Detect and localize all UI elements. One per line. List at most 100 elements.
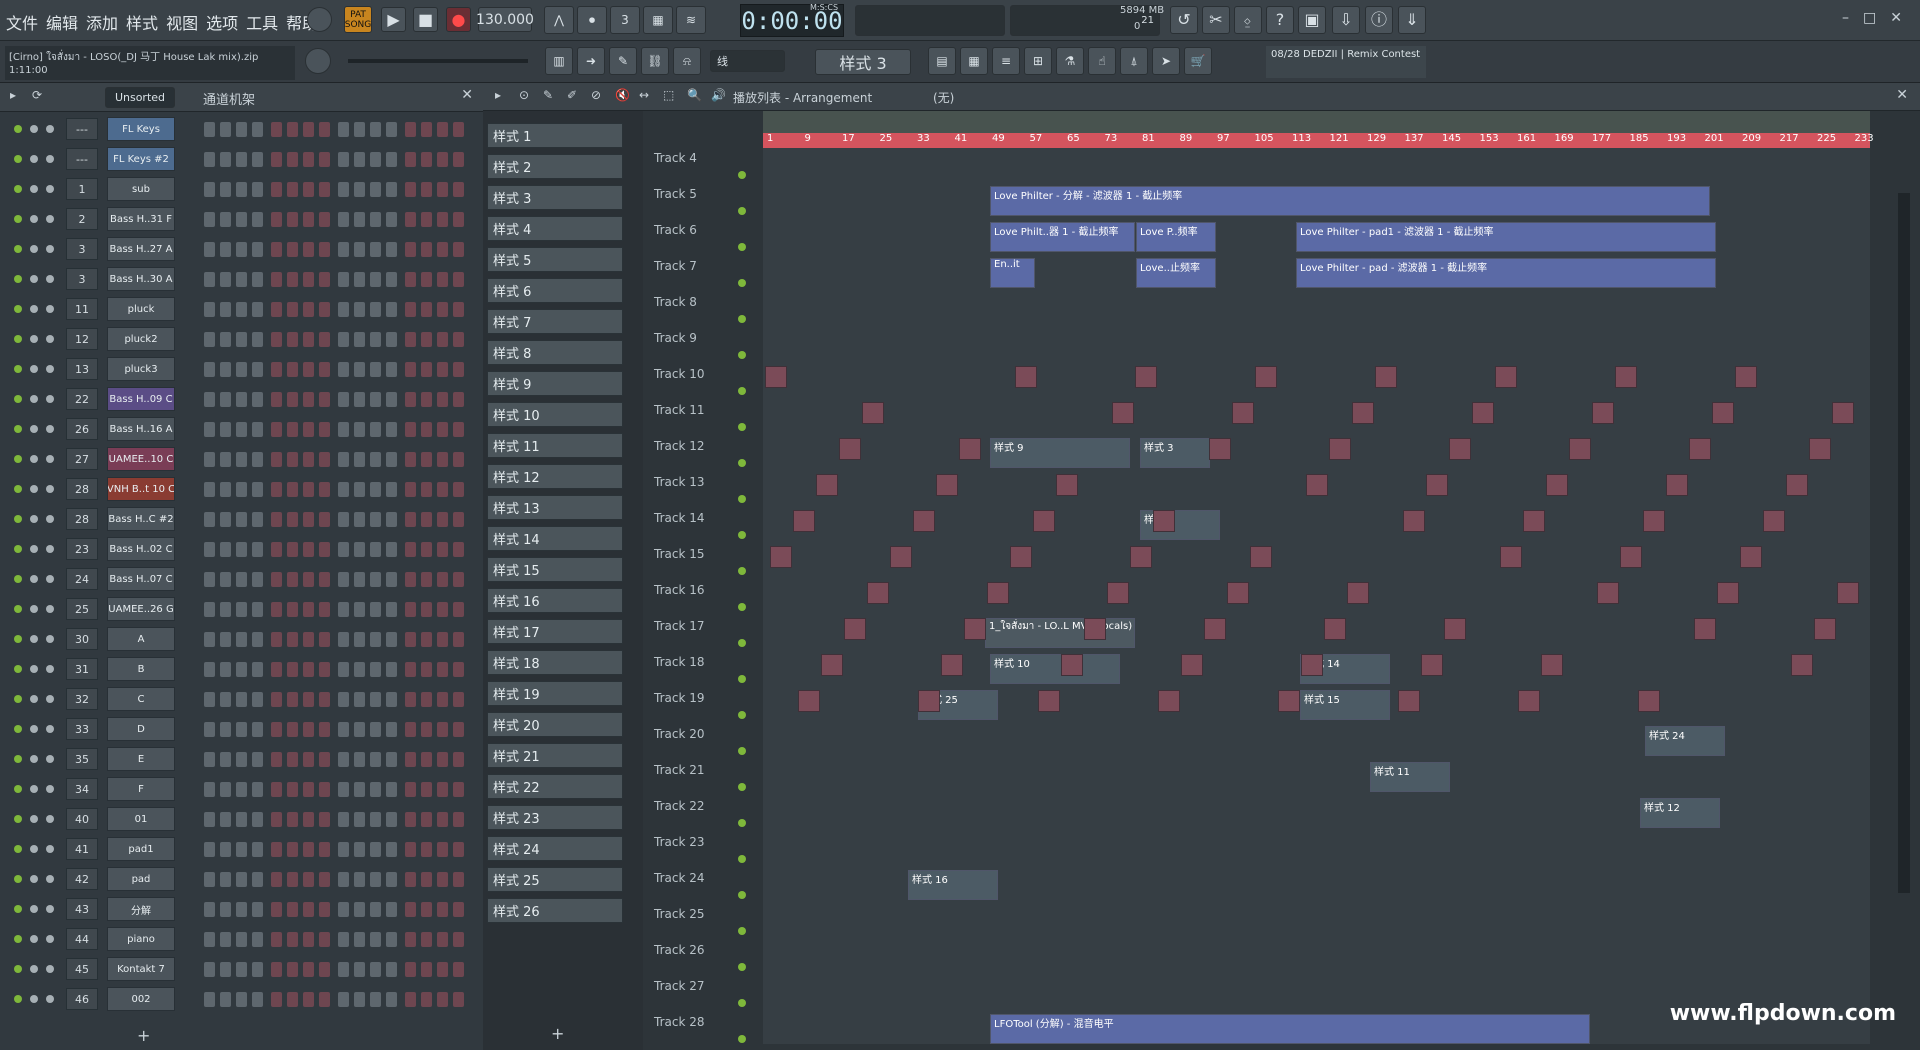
paint-icon[interactable]: ✐ — [567, 88, 577, 102]
step-pad[interactable] — [354, 662, 365, 677]
step-pad[interactable] — [437, 992, 448, 1007]
mixer-track-number[interactable]: --- — [66, 118, 98, 140]
step-pad[interactable] — [453, 302, 464, 317]
step-pad[interactable] — [370, 932, 381, 947]
step-pad[interactable] — [220, 602, 231, 617]
step-pad[interactable] — [338, 212, 349, 227]
channel-row[interactable]: 11 pluck — [0, 294, 468, 324]
step-pad[interactable] — [220, 812, 231, 827]
pattern-clip[interactable] — [890, 546, 912, 568]
step-pad[interactable] — [287, 212, 298, 227]
step-pad[interactable] — [220, 122, 231, 137]
step-pad[interactable] — [354, 692, 365, 707]
step-pad[interactable] — [338, 962, 349, 977]
track-enable-led[interactable] — [738, 423, 746, 431]
step-pad[interactable] — [437, 122, 448, 137]
step-pad[interactable] — [287, 692, 298, 707]
step-pad[interactable] — [338, 272, 349, 287]
touch-button[interactable]: ☝ — [1088, 47, 1116, 75]
playlist-clip[interactable]: 1_ใจสั่งมา - LO..L MV_(Vocals) — [985, 618, 1135, 648]
channel-pan-knob[interactable] — [30, 635, 38, 643]
step-pad[interactable] — [271, 992, 282, 1007]
pattern-clip[interactable] — [821, 654, 843, 676]
step-pad[interactable] — [338, 782, 349, 797]
mixer-track-number[interactable]: 1 — [66, 178, 98, 200]
channel-pan-knob[interactable] — [30, 605, 38, 613]
channel-name-button[interactable]: Bass H..07 C — [107, 567, 175, 591]
step-pad[interactable] — [303, 482, 314, 497]
step-pad[interactable] — [319, 842, 330, 857]
step-pad[interactable] — [236, 572, 247, 587]
plugin-button[interactable]: ⚗ — [1056, 47, 1084, 75]
step-pad[interactable] — [370, 602, 381, 617]
step-pad[interactable] — [437, 872, 448, 887]
step-pad[interactable] — [271, 602, 282, 617]
step-pad[interactable] — [236, 782, 247, 797]
channel-name-button[interactable]: 002 — [107, 987, 175, 1011]
channel-volume-knob[interactable] — [46, 545, 54, 553]
step-pad[interactable] — [405, 332, 416, 347]
channel-name-button[interactable]: C — [107, 687, 175, 711]
step-pad[interactable] — [252, 782, 263, 797]
step-pad[interactable] — [437, 362, 448, 377]
step-pad[interactable] — [271, 182, 282, 197]
step-pad[interactable] — [271, 362, 282, 377]
channel-row[interactable]: 13 pluck3 — [0, 354, 468, 384]
step-pad[interactable] — [204, 332, 215, 347]
step-pad[interactable] — [370, 392, 381, 407]
step-pad[interactable] — [354, 932, 365, 947]
channel-name-button[interactable]: UAMEE..10 C — [107, 447, 175, 471]
arrow-tool-button[interactable]: ➜ — [577, 47, 605, 75]
step-pad[interactable] — [437, 692, 448, 707]
channel-mute-led[interactable] — [14, 515, 22, 523]
pattern-clip[interactable] — [1403, 510, 1425, 532]
mixer-track-number[interactable]: 44 — [66, 928, 98, 950]
pattern-item[interactable]: 样式 15 — [487, 557, 623, 582]
step-pad[interactable] — [386, 932, 397, 947]
channel-pan-knob[interactable] — [30, 275, 38, 283]
pattern-item[interactable]: 样式 23 — [487, 805, 623, 830]
step-pad[interactable] — [421, 572, 432, 587]
channel-filter-dropdown[interactable]: Unsorted — [105, 87, 175, 108]
magnet-icon[interactable]: ⊙ — [519, 88, 529, 102]
channel-name-button[interactable]: 分解 — [107, 897, 175, 921]
step-pad[interactable] — [405, 302, 416, 317]
channel-pan-knob[interactable] — [30, 335, 38, 343]
channel-pan-knob[interactable] — [30, 485, 38, 493]
step-pad[interactable] — [319, 542, 330, 557]
step-pad[interactable] — [338, 482, 349, 497]
add-channel-button[interactable]: + — [137, 1026, 150, 1045]
step-pad[interactable] — [236, 332, 247, 347]
step-pad[interactable] — [370, 782, 381, 797]
step-pad[interactable] — [204, 452, 215, 467]
step-pad[interactable] — [370, 902, 381, 917]
step-pad[interactable] — [370, 752, 381, 767]
step-pad[interactable] — [319, 572, 330, 587]
step-pad[interactable] — [319, 272, 330, 287]
step-pad[interactable] — [287, 272, 298, 287]
channel-pan-knob[interactable] — [30, 695, 38, 703]
step-pad[interactable] — [252, 452, 263, 467]
master-volume-knob[interactable] — [307, 7, 332, 32]
step-pad[interactable] — [421, 812, 432, 827]
step-pad[interactable] — [354, 122, 365, 137]
step-pad[interactable] — [236, 992, 247, 1007]
pattern-clip[interactable] — [1015, 366, 1037, 388]
step-pad[interactable] — [303, 242, 314, 257]
step-pad[interactable] — [354, 212, 365, 227]
step-pad[interactable] — [204, 842, 215, 857]
channel-name-button[interactable]: piano — [107, 927, 175, 951]
step-pad[interactable] — [453, 482, 464, 497]
step-pad[interactable] — [453, 332, 464, 347]
step-pad[interactable] — [319, 902, 330, 917]
step-pad[interactable] — [437, 932, 448, 947]
pattern-clip[interactable] — [1735, 366, 1757, 388]
channel-name-button[interactable]: E — [107, 747, 175, 771]
channel-name-button[interactable]: pad1 — [107, 837, 175, 861]
step-pad[interactable] — [370, 512, 381, 527]
playlist-clip[interactable]: Love Philter - pad1 - 滤波器 1 - 截止频率 — [1296, 222, 1716, 252]
step-pad[interactable] — [437, 572, 448, 587]
step-pad[interactable] — [405, 152, 416, 167]
channel-mute-led[interactable] — [14, 695, 22, 703]
step-pad[interactable] — [437, 752, 448, 767]
